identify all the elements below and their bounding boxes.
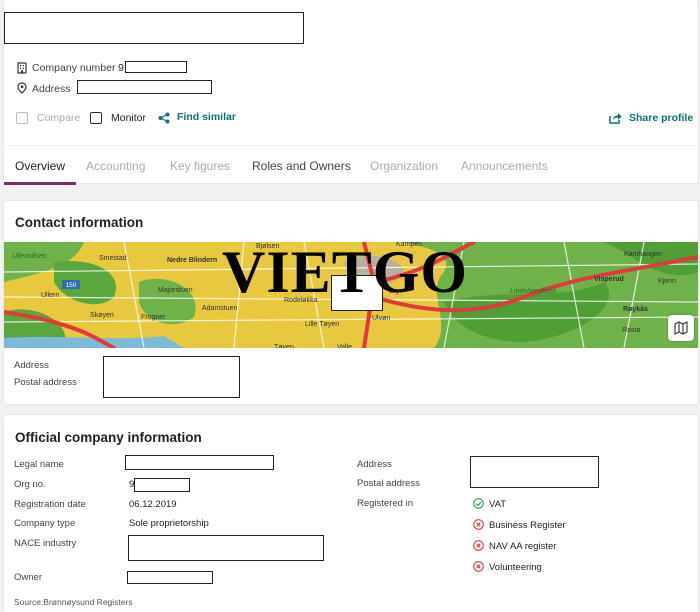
- registration-date-value: 06.12.2019: [129, 499, 177, 510]
- legal-name-redacted: [125, 455, 274, 470]
- register-vat: VAT: [489, 499, 507, 510]
- nace-industry-label: NACE industry: [14, 538, 77, 549]
- svg-text:Ulvøn: Ulvøn: [372, 315, 390, 322]
- vietgo-watermark: VIETGO: [222, 242, 469, 305]
- legal-name-label: Legal name: [14, 459, 64, 470]
- check-circle-icon: [473, 498, 484, 509]
- map-view-button[interactable]: [668, 315, 694, 341]
- svg-text:Lindebergåsen: Lindebergåsen: [510, 287, 556, 295]
- svg-text:Nedre Blindern: Nedre Blindern: [167, 257, 217, 264]
- source-note: Source:Brønnøysund Registers: [14, 597, 133, 607]
- org-no-label: Org no.: [14, 479, 46, 490]
- location-map[interactable]: 150 Ullensåsen Smestad Nedre Blindern Bj…: [4, 242, 698, 348]
- company-number-label: Company number: [32, 62, 116, 74]
- svg-text:Røykås: Røykås: [623, 305, 648, 313]
- monitor-label: Monitor: [111, 112, 147, 124]
- registered-in-label: Registered in: [357, 498, 413, 509]
- svg-text:Skøyen: Skøyen: [90, 312, 114, 319]
- address-label: Address: [32, 83, 71, 95]
- share-profile-link[interactable]: Share profile: [629, 112, 693, 124]
- contact-information-title: Contact information: [15, 215, 144, 230]
- contact-address-redacted: [103, 356, 240, 398]
- svg-text:Majorstuen: Majorstuen: [158, 287, 193, 294]
- svg-text:Smestad: Smestad: [99, 255, 127, 262]
- company-header-card: Company number 9 Address Compare Monitor…: [3, 0, 699, 185]
- tab-overview[interactable]: Overview: [15, 159, 65, 173]
- x-circle-icon: [473, 519, 484, 530]
- company-number-redacted: [125, 61, 187, 73]
- svg-text:Ullern: Ullern: [41, 292, 59, 299]
- contact-postal-address-label: Postal address: [14, 377, 77, 388]
- official-company-information-card: Official company information Legal name …: [3, 414, 699, 612]
- svg-text:Frogner: Frogner: [141, 314, 166, 321]
- tab-bar: Overview Accounting Key figures Roles an…: [4, 145, 698, 185]
- official-address-label: Address: [357, 459, 392, 470]
- owner-redacted: [127, 571, 213, 584]
- svg-text:Valle: Valle: [337, 344, 352, 348]
- nace-industry-redacted: [128, 535, 324, 561]
- svg-text:Ullensåsen: Ullensåsen: [12, 252, 47, 260]
- x-circle-icon: [473, 561, 484, 572]
- svg-text:Kjenn: Kjenn: [658, 278, 676, 285]
- svg-text:Rasta: Rasta: [622, 327, 640, 334]
- org-no-redacted: [134, 478, 190, 492]
- contact-information-card: Contact information 150 Ullensåsen Smest…: [3, 200, 699, 405]
- tab-announcements[interactable]: Announcements: [461, 159, 548, 173]
- register-volunteering: Volunteering: [489, 562, 542, 573]
- register-business-register: Business Register: [489, 520, 566, 531]
- company-number-value: 9: [118, 62, 124, 74]
- official-postal-address-label: Postal address: [357, 478, 420, 489]
- company-name-redacted: [4, 12, 304, 44]
- monitor-checkbox[interactable]: [90, 112, 102, 124]
- compare-label: Compare: [37, 112, 81, 124]
- share-profile-icon: [609, 113, 622, 124]
- tab-organization[interactable]: Organization: [370, 159, 438, 173]
- find-similar-link[interactable]: Find similar: [177, 111, 236, 123]
- x-circle-icon: [473, 540, 484, 551]
- building-icon: [17, 62, 27, 74]
- svg-text:Tøyen: Tøyen: [274, 344, 294, 348]
- register-nav-aa: NAV AA register: [489, 541, 557, 552]
- map-road-number: 150: [66, 282, 77, 289]
- company-type-value: Sole proprietorship: [129, 518, 209, 529]
- official-address-redacted: [470, 456, 599, 488]
- address-redacted: [77, 80, 212, 94]
- location-pin-icon: [17, 82, 27, 94]
- official-information-title: Official company information: [15, 430, 202, 445]
- tab-roles-and-owners[interactable]: Roles and Owners: [252, 159, 351, 173]
- registration-date-label: Registration date: [14, 499, 86, 510]
- map-icon: [674, 321, 688, 335]
- active-tab-indicator: [4, 182, 76, 185]
- svg-text:Lille Tøyen: Lille Tøyen: [305, 321, 339, 328]
- owner-label: Owner: [14, 572, 42, 583]
- tab-accounting[interactable]: Accounting: [86, 159, 145, 173]
- contact-address-label: Address: [14, 360, 49, 371]
- svg-text:Visperud: Visperud: [594, 276, 624, 283]
- company-type-label: Company type: [14, 518, 76, 529]
- tab-key-figures[interactable]: Key figures: [170, 159, 230, 173]
- share-nodes-icon: [158, 112, 170, 124]
- svg-text:Kamhaugen: Kamhaugen: [624, 251, 662, 258]
- compare-checkbox[interactable]: [16, 112, 28, 124]
